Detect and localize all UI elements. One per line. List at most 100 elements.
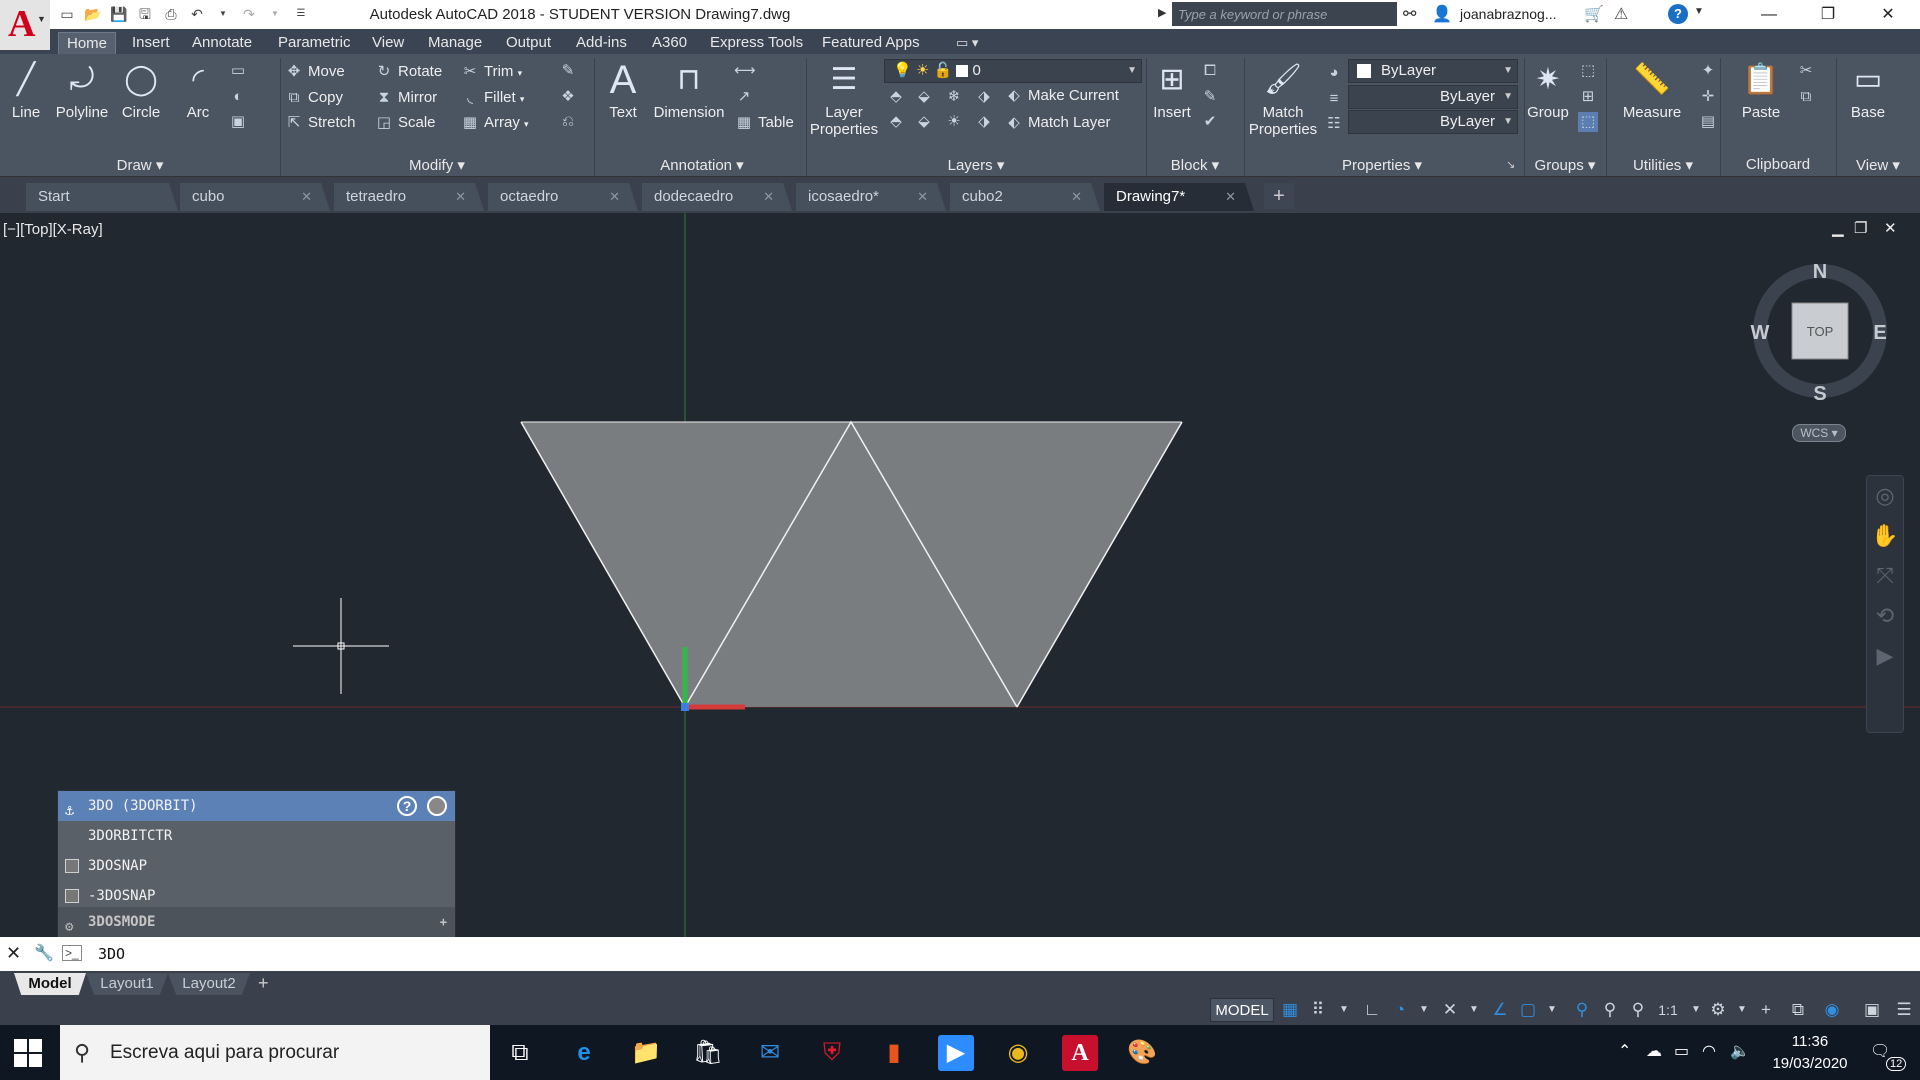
group-selection-icon[interactable]: ⬚ <box>1578 112 1598 132</box>
text-button[interactable]: A Text <box>602 60 644 121</box>
autocomplete-item[interactable]: 3DOSNAP <box>58 851 455 881</box>
zoom-extents-icon[interactable]: ⤧ <box>1867 556 1903 596</box>
doc-tab-cubo[interactable]: cubo ✕ <box>180 183 330 211</box>
mail-icon[interactable]: ✉ <box>752 1035 788 1071</box>
orbit-icon[interactable]: ⟲ <box>1867 596 1903 636</box>
layer-off-icon[interactable]: ⬘ <box>886 87 906 107</box>
group-button[interactable]: ✷ Group <box>1526 60 1570 121</box>
viewcube[interactable]: TOP N S E W <box>1751 261 1887 405</box>
table-button[interactable]: ▦ Table <box>734 112 794 134</box>
command-input[interactable]: 3DO <box>98 945 125 963</box>
file-explorer-icon[interactable]: 📁 <box>628 1035 664 1071</box>
leader-icon[interactable]: ↗ <box>734 87 754 107</box>
tab-insert[interactable]: Insert <box>124 32 178 54</box>
color-dropdown[interactable]: ByLayer ▼ <box>1348 59 1518 83</box>
pan-icon[interactable]: ✋ <box>1867 516 1903 556</box>
rotate-button[interactable]: ↻ Rotate <box>374 61 443 83</box>
autocomplete-item[interactable]: 3DORBITCTR <box>58 821 455 851</box>
ungroup-icon[interactable]: ⬚ <box>1578 61 1598 81</box>
doc-tab-dodecaedro[interactable]: dodecaedro ✕ <box>642 183 792 211</box>
point-icon[interactable]: ✛ <box>1698 87 1718 107</box>
panel-annotation-title[interactable]: Annotation ▾ <box>596 156 808 176</box>
calculator-icon[interactable]: ▤ <box>1698 112 1718 132</box>
polyline-button[interactable]: ⤾ Polyline <box>52 60 112 121</box>
snap-icon[interactable]: ⠿ <box>1306 999 1330 1021</box>
tray-chevron-icon[interactable]: ⌃ <box>1618 1041 1631 1061</box>
layer-freeze-icon[interactable]: ❄ <box>944 87 964 107</box>
close-tab-icon[interactable]: ✕ <box>763 183 774 211</box>
compass-west[interactable]: W <box>1751 322 1770 344</box>
add-layout-icon[interactable]: + <box>258 973 269 994</box>
layer-on-icon[interactable]: ⬘ <box>886 112 906 132</box>
insert-button[interactable]: ⊞ Insert <box>1148 60 1196 121</box>
wrench-icon[interactable]: 🔧 <box>34 943 54 963</box>
doc-tab-icosaedro[interactable]: icosaedro* ✕ <box>796 183 946 211</box>
edit-block-icon[interactable]: ✎ <box>1200 87 1220 107</box>
panel-utilities-title[interactable]: Utilities ▾ <box>1608 156 1718 176</box>
measure-button[interactable]: 📏 Measure <box>1612 60 1692 121</box>
layer-isolate-icon[interactable]: ⬙ <box>914 87 934 107</box>
compass-south[interactable]: S <box>1813 383 1826 405</box>
taskbar-search-input[interactable]: ⚲ Escreva aqui para procurar <box>60 1025 490 1080</box>
layer-dropdown[interactable]: 💡 ☀ 🔓 0 ▼ <box>884 59 1142 83</box>
solid-trapezoid[interactable] <box>521 422 1182 707</box>
properties-launcher-icon[interactable]: ↘ <box>1506 158 1515 171</box>
office-icon[interactable]: ▮ <box>876 1035 912 1071</box>
showmotion-icon[interactable]: ▶ <box>1867 636 1903 676</box>
close-icon[interactable]: ✕ <box>6 943 21 964</box>
tab-annotate[interactable]: Annotate <box>184 32 260 54</box>
quick-select-icon[interactable]: ✦ <box>1698 61 1718 81</box>
workspace-dropdown-icon[interactable]: ▼ <box>1730 999 1754 1021</box>
mcafee-icon[interactable]: ⛨ <box>814 1035 850 1071</box>
array-button[interactable]: ▦ Array ▾ <box>460 112 529 134</box>
trim-button[interactable]: ✂ Trim ▾ <box>460 61 522 83</box>
paint-icon[interactable]: 🎨 <box>1124 1035 1160 1071</box>
arc-button[interactable]: ◜ Arc <box>176 60 220 121</box>
explode-icon[interactable]: ❖ <box>558 87 578 107</box>
command-line[interactable]: ✕ 🔧 >_ 3DO <box>0 937 1920 971</box>
make-current-button[interactable]: ⬖ Make Current <box>1004 85 1119 107</box>
task-view-icon[interactable]: ⧉ <box>502 1035 538 1071</box>
object-snap-icon[interactable]: ▢ <box>1516 999 1540 1021</box>
object-snap-dropdown-icon[interactable]: ▼ <box>1540 999 1564 1021</box>
windows-start-icon[interactable] <box>14 1039 42 1067</box>
doc-tab-tetraedro[interactable]: tetraedro ✕ <box>334 183 484 211</box>
command-prompt-icon[interactable]: >_ <box>62 945 82 961</box>
tab-output[interactable]: Output <box>498 32 559 54</box>
color-wheel-icon[interactable]: ◕ <box>1324 63 1344 83</box>
cart-icon[interactable]: 🛒 <box>1584 4 1604 24</box>
minimize-button[interactable]: — <box>1741 0 1797 29</box>
battery-icon[interactable]: ▭ <box>1674 1041 1689 1061</box>
close-tab-icon[interactable]: ✕ <box>301 183 312 211</box>
match-properties-button[interactable]: 🖌 Match Properties <box>1246 60 1320 138</box>
layer-thaw-icon[interactable]: ☀ <box>944 112 964 132</box>
panel-clipboard-title[interactable]: Clipboard <box>1722 156 1834 176</box>
close-button[interactable]: ✕ <box>1860 0 1916 29</box>
annotation-visibility-icon[interactable]: ⚲ <box>1570 999 1594 1021</box>
cut-icon[interactable]: ✂ <box>1796 61 1816 81</box>
panel-block-title[interactable]: Block ▾ <box>1146 156 1244 176</box>
panel-view-title[interactable]: View ▾ <box>1838 156 1918 176</box>
doc-tab-octaedro[interactable]: octaedro ✕ <box>488 183 638 211</box>
stretch-button[interactable]: ⇱ Stretch <box>284 112 356 134</box>
restore-button[interactable]: ❐ <box>1800 0 1856 29</box>
annotation-scale-icon[interactable]: ⚲ <box>1626 999 1650 1021</box>
tab-featured-apps[interactable]: Featured Apps <box>814 32 928 54</box>
close-tab-icon[interactable]: ✕ <box>1071 183 1082 211</box>
autocad-taskbar-icon[interactable]: A <box>1062 1035 1098 1071</box>
linetype-icon[interactable]: ☷ <box>1324 114 1344 134</box>
tab-a360[interactable]: A360 <box>644 32 695 54</box>
compass-north[interactable]: N <box>1813 261 1827 283</box>
tray-app-icon[interactable]: ☁ <box>1646 1041 1662 1061</box>
close-tab-icon[interactable]: ✕ <box>455 183 466 211</box>
dimension-button[interactable]: ⊓ Dimension <box>650 60 728 121</box>
scale-button[interactable]: ◲ Scale <box>374 112 436 134</box>
offset-icon[interactable]: ⎌ <box>558 112 578 132</box>
layer-unlock-icon[interactable]: ⬗ <box>974 112 994 132</box>
paste-button[interactable]: 📋 Paste <box>1736 60 1786 121</box>
binoculars-icon[interactable]: ⚯ <box>1403 4 1416 24</box>
search-input[interactable]: Type a keyword or phrase <box>1172 2 1397 26</box>
wifi-icon[interactable]: ◠ <box>1702 1041 1716 1061</box>
mirror-button[interactable]: ⧗ Mirror <box>374 87 437 109</box>
close-tab-icon[interactable]: ✕ <box>609 183 620 211</box>
